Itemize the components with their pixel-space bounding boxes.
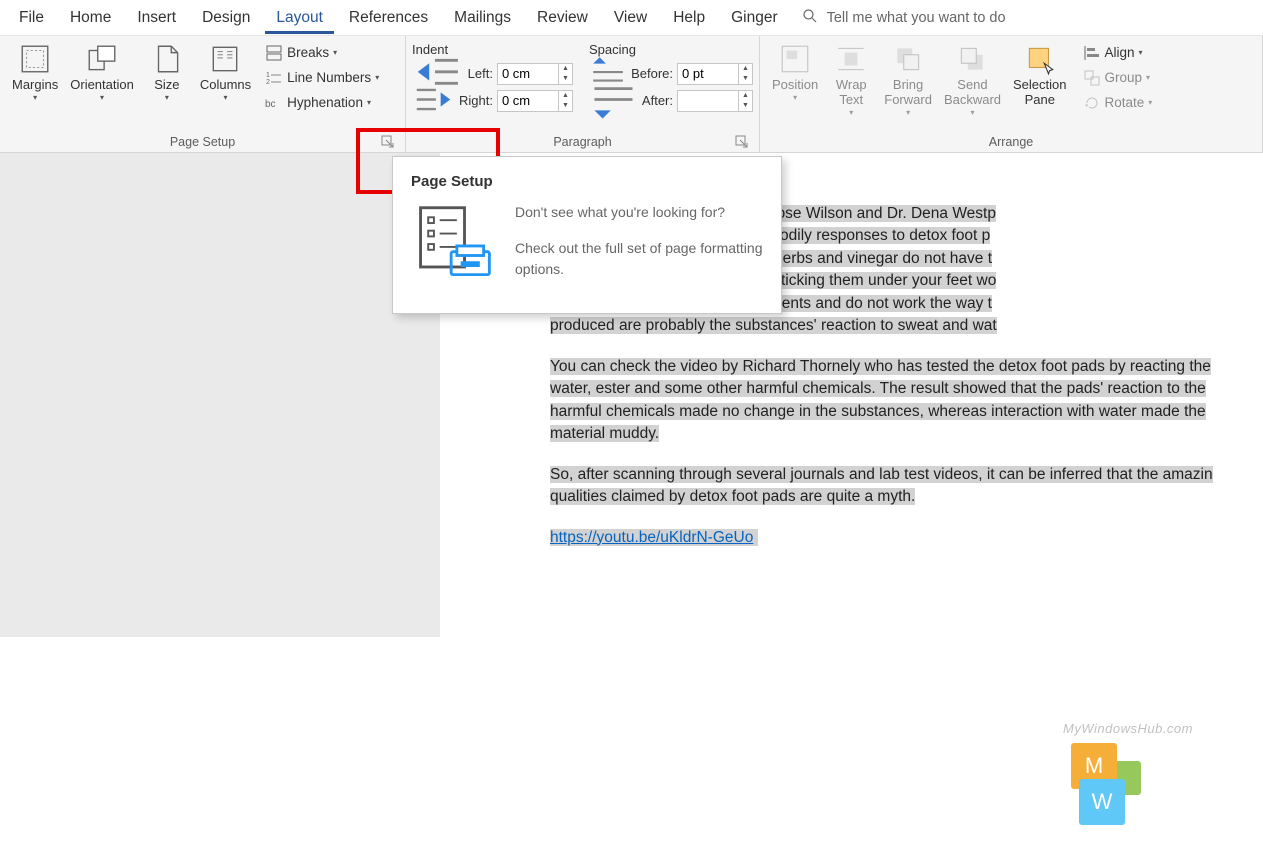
hyphenation-button[interactable]: bc Hyphenation ▾ (261, 90, 383, 115)
position-button: Position ▾ (766, 40, 824, 104)
tooltip-line1: Don't see what you're looking for? (515, 202, 763, 222)
tell-me-placeholder: Tell me what you want to do (827, 10, 1006, 26)
align-button[interactable]: Align ▾ (1079, 40, 1157, 65)
group-label-arrange: Arrange (989, 135, 1033, 149)
ribbon: Margins ▾ Orientation ▾ Size ▾ (0, 36, 1263, 153)
tooltip-line2: Check out the full set of page formattin… (515, 238, 763, 279)
chevron-down-icon: ▾ (100, 93, 104, 102)
orientation-button[interactable]: Orientation ▾ (64, 40, 140, 104)
margins-icon (18, 42, 52, 76)
spacing-before-input[interactable]: ▲▼ (677, 63, 753, 85)
menu-references[interactable]: References (338, 2, 439, 34)
rotate-button: Rotate ▾ (1079, 90, 1157, 115)
menu-help[interactable]: Help (662, 2, 716, 34)
spin-down-icon[interactable]: ▼ (739, 101, 752, 111)
position-icon (778, 42, 812, 76)
chevron-down-icon: ▾ (906, 108, 910, 117)
menu-review[interactable]: Review (526, 2, 599, 34)
chevron-down-icon: ▾ (1148, 98, 1152, 107)
menu-mailings[interactable]: Mailings (443, 2, 522, 34)
selection-pane-button[interactable]: Selection Pane (1007, 40, 1072, 110)
chevron-down-icon: ▾ (793, 93, 797, 102)
group-page-setup: Margins ▾ Orientation ▾ Size ▾ (0, 36, 406, 152)
spin-up-icon[interactable]: ▲ (739, 91, 752, 101)
page-setup-launcher[interactable] (381, 135, 395, 149)
indent-left-input[interactable]: ▲▼ (497, 63, 573, 85)
chevron-down-icon: ▾ (849, 108, 853, 117)
line-numbers-button[interactable]: 12 Line Numbers ▾ (261, 65, 383, 90)
breaks-button[interactable]: Breaks ▾ (261, 40, 383, 65)
size-button[interactable]: Size ▾ (140, 40, 194, 104)
svg-text:bc: bc (265, 99, 276, 110)
chevron-down-icon: ▾ (367, 98, 371, 107)
group-label-paragraph: Paragraph (553, 135, 611, 149)
breaks-icon (265, 44, 283, 62)
group-paragraph: Indent Left: ▲▼ Right: ▲▼ (406, 36, 760, 152)
menu-file[interactable]: File (8, 2, 55, 34)
selection-pane-icon (1023, 42, 1057, 76)
group-label-page-setup: Page Setup (170, 135, 235, 149)
menu-design[interactable]: Design (191, 2, 261, 34)
group-arrange: Position ▾ Wrap Text ▾ Bring Forward ▾ S… (760, 36, 1263, 152)
line-numbers-icon: 12 (265, 69, 283, 87)
bulb-icon (801, 7, 819, 29)
spacing-after-field[interactable] (678, 91, 738, 111)
menu-layout[interactable]: Layout (265, 2, 334, 34)
svg-text:1: 1 (266, 72, 270, 79)
wrap-text-icon (834, 42, 868, 76)
menu-ginger[interactable]: Ginger (720, 2, 789, 34)
spin-up-icon[interactable]: ▲ (739, 64, 752, 74)
menu-insert[interactable]: Insert (126, 2, 187, 34)
indent-right-icon (412, 78, 455, 124)
send-backward-icon (955, 42, 989, 76)
orientation-icon (85, 42, 119, 76)
menu-home[interactable]: Home (59, 2, 122, 34)
margins-button[interactable]: Margins ▾ (6, 40, 64, 104)
indent-right-field[interactable] (498, 91, 558, 111)
columns-icon (208, 42, 242, 76)
spacing-after-icon (589, 75, 638, 127)
page-setup-tooltip-icon (411, 202, 497, 288)
bring-forward-button: Bring Forward ▾ (878, 40, 938, 119)
send-backward-button: Send Backward ▾ (938, 40, 1007, 119)
hyphenation-icon: bc (265, 94, 283, 112)
wrap-text-button: Wrap Text ▾ (824, 40, 878, 119)
page-setup-tooltip: Page Setup Don't see what you're looking… (392, 156, 782, 314)
bring-forward-icon (891, 42, 925, 76)
rotate-icon (1083, 94, 1101, 112)
align-icon (1083, 44, 1101, 62)
spin-down-icon[interactable]: ▼ (559, 74, 572, 84)
spin-down-icon[interactable]: ▼ (559, 101, 572, 111)
chevron-down-icon: ▾ (970, 108, 974, 117)
tooltip-title: Page Setup (411, 173, 763, 190)
spacing-after-input[interactable]: ▲▼ (677, 90, 753, 112)
spin-up-icon[interactable]: ▲ (559, 91, 572, 101)
group-objects-button: Group ▾ (1079, 65, 1157, 90)
chevron-down-icon: ▾ (333, 48, 337, 57)
tell-me-search[interactable]: Tell me what you want to do (801, 7, 1006, 29)
chevron-down-icon: ▾ (375, 73, 379, 82)
chevron-down-icon: ▾ (223, 93, 227, 102)
indent-right-input[interactable]: ▲▼ (497, 90, 573, 112)
spin-up-icon[interactable]: ▲ (559, 64, 572, 74)
chevron-down-icon: ▾ (1146, 73, 1150, 82)
paragraph-launcher[interactable] (735, 135, 749, 149)
chevron-down-icon: ▾ (33, 93, 37, 102)
chevron-down-icon: ▾ (165, 93, 169, 102)
chevron-down-icon: ▾ (1139, 48, 1143, 57)
size-icon (150, 42, 184, 76)
indent-left-field[interactable] (498, 64, 558, 84)
menu-bar: File Home Insert Design Layout Reference… (0, 0, 1263, 36)
menu-view[interactable]: View (603, 2, 658, 34)
group-icon (1083, 69, 1101, 87)
svg-text:2: 2 (266, 79, 270, 86)
spacing-before-field[interactable] (678, 64, 738, 84)
watermark: MyWindowsHub.com M W (1063, 720, 1193, 823)
columns-button[interactable]: Columns ▾ (194, 40, 257, 104)
spin-down-icon[interactable]: ▼ (739, 74, 752, 84)
youtube-link[interactable]: https://youtu.be/uKldrN-GeUo (550, 529, 753, 546)
